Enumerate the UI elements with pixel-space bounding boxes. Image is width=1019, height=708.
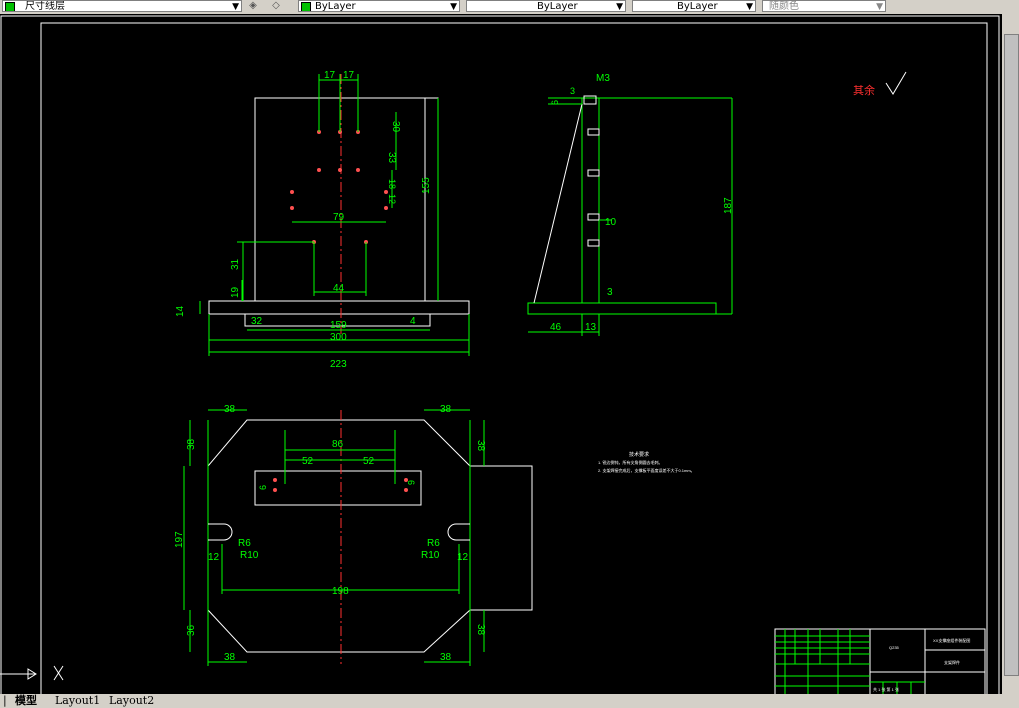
tab-layout1[interactable]: Layout1 — [52, 694, 103, 708]
dim-text: 12 — [457, 552, 469, 563]
chevron-down-icon: ▼ — [232, 2, 239, 12]
material: Q235 — [889, 645, 900, 650]
part-name: 支架焊件 — [944, 659, 960, 665]
linetype-dropdown[interactable]: ByLayer ▼ — [466, 0, 626, 12]
dim-text: 32 — [251, 316, 263, 327]
chevron-down-icon: ▼ — [746, 2, 753, 12]
dim-text: 12 — [208, 552, 220, 563]
dim-text: 159 — [330, 320, 347, 331]
drawing-title: XX支撑座组件装配图 — [933, 637, 970, 643]
dim-text: 38 — [475, 440, 486, 452]
chevron-down-icon: ▼ — [450, 2, 457, 12]
dim-text: 38 — [186, 438, 197, 450]
lineweight-value: ByLayer — [677, 1, 718, 12]
dim-text: 223 — [330, 359, 347, 370]
dim-text: 19 — [230, 286, 241, 298]
dim-text: 17 — [324, 70, 336, 81]
dim-text: 38 — [440, 652, 452, 663]
surface-finish-note: 其余 — [853, 83, 875, 97]
ucs-icon — [0, 665, 64, 681]
dim-text: 33 — [386, 152, 397, 164]
dim-text: 18 — [387, 179, 397, 189]
dim-text: 30 — [390, 121, 401, 133]
dim-text: 38 — [224, 404, 236, 415]
dim-text: 86 — [332, 439, 344, 450]
properties-toolbar: 尺寸线层 ▼ ◈ ◇ ByLayer ▼ ByLayer ▼ ByLayer ▼… — [0, 0, 1019, 14]
drawing-svg: 17 17 30 33 18 12 155 79 44 31 19 14 32 … — [0, 15, 1000, 697]
dim-text: 6 — [258, 485, 268, 490]
layout-tabs: | 模型 Layout1 Layout2 — [0, 694, 1019, 708]
dim-text: R10 — [240, 550, 259, 561]
dim-text: 38 — [475, 624, 486, 636]
color-swatch — [301, 2, 311, 11]
dim-text: 12 — [387, 194, 397, 204]
dim-text: 300 — [330, 332, 347, 343]
outer-border — [0, 15, 1000, 697]
dim-text: 38 — [224, 652, 236, 663]
dim-text: 44 — [333, 283, 345, 294]
dim-text: 36 — [186, 624, 197, 636]
layer-previous-icon[interactable]: ◇ — [268, 0, 284, 12]
vertical-scrollbar[interactable] — [1002, 14, 1019, 694]
dim-text: 13 — [585, 322, 597, 333]
dim-text: 197 — [174, 531, 185, 548]
dim-text: 17 — [343, 70, 355, 81]
chevron-down-icon: ▼ — [876, 2, 883, 12]
dim-text: 3 — [570, 86, 575, 96]
dim-text: 155 — [421, 177, 432, 194]
plotstyle-dropdown[interactable]: 随颜色 ▼ — [762, 0, 886, 12]
top-view: 38 38 38 38 86 52 52 6 6 197 R6 R10 R6 R… — [174, 404, 533, 666]
dim-text: 14 — [175, 305, 186, 317]
dim-text: 3 — [607, 287, 613, 298]
dim-text: R6 — [427, 538, 440, 549]
dim-text: 38 — [440, 404, 452, 415]
dim-text: 6 — [406, 480, 416, 485]
roughness-symbol-icon — [885, 71, 907, 95]
dim-text: M3 — [596, 73, 610, 84]
dim-text: 52 — [302, 456, 314, 467]
tab-layout2[interactable]: Layout2 — [106, 694, 157, 708]
tech-req-line: 2. 支架焊接完成后，支撑板平面度误差不大于0.1mm。 — [598, 467, 695, 473]
side-view: 6 3 M3 187 10 3 46 13 — [527, 73, 734, 336]
make-layer-current-icon[interactable]: ◈ — [245, 0, 261, 12]
sheet-count: 共 1 张 第 1 张 — [873, 686, 899, 692]
paper-border — [40, 22, 988, 696]
layer-color-swatch — [5, 2, 15, 11]
layer-dropdown[interactable]: 尺寸线层 ▼ — [2, 0, 242, 12]
dim-text: 46 — [550, 322, 562, 333]
dim-text: 198 — [332, 586, 349, 597]
tech-req-title: 技术要求 — [629, 451, 649, 458]
drawing-canvas[interactable]: 17 17 30 33 18 12 155 79 44 31 19 14 32 … — [0, 14, 1002, 697]
color-value: ByLayer — [315, 1, 356, 12]
scrollbar-thumb[interactable] — [1004, 34, 1019, 676]
dim-text: 31 — [230, 258, 241, 270]
dim-text: R6 — [238, 538, 251, 549]
tab-model[interactable]: 模型 — [12, 694, 40, 708]
dim-text: 4 — [410, 316, 416, 327]
layer-name: 尺寸线层 — [25, 1, 65, 12]
color-dropdown[interactable]: ByLayer ▼ — [298, 0, 460, 12]
dim-text: 52 — [363, 456, 375, 467]
plotstyle-value: 随颜色 — [769, 1, 799, 12]
tab-nav-arrows[interactable]: | — [0, 694, 10, 708]
dim-text: R10 — [421, 550, 440, 561]
dim-text: 79 — [333, 212, 345, 223]
dim-text: 6 — [550, 100, 560, 105]
front-view: 17 17 30 33 18 12 155 79 44 31 19 14 32 … — [175, 70, 470, 370]
dim-text: 187 — [723, 197, 734, 214]
linetype-value: ByLayer — [537, 1, 578, 12]
lineweight-dropdown[interactable]: ByLayer ▼ — [632, 0, 756, 12]
tech-req-line: 1. 锐边倒钝，所有尖角倒圆去毛刺。 — [598, 459, 662, 465]
dim-text: 10 — [605, 217, 617, 228]
chevron-down-icon: ▼ — [616, 2, 623, 12]
